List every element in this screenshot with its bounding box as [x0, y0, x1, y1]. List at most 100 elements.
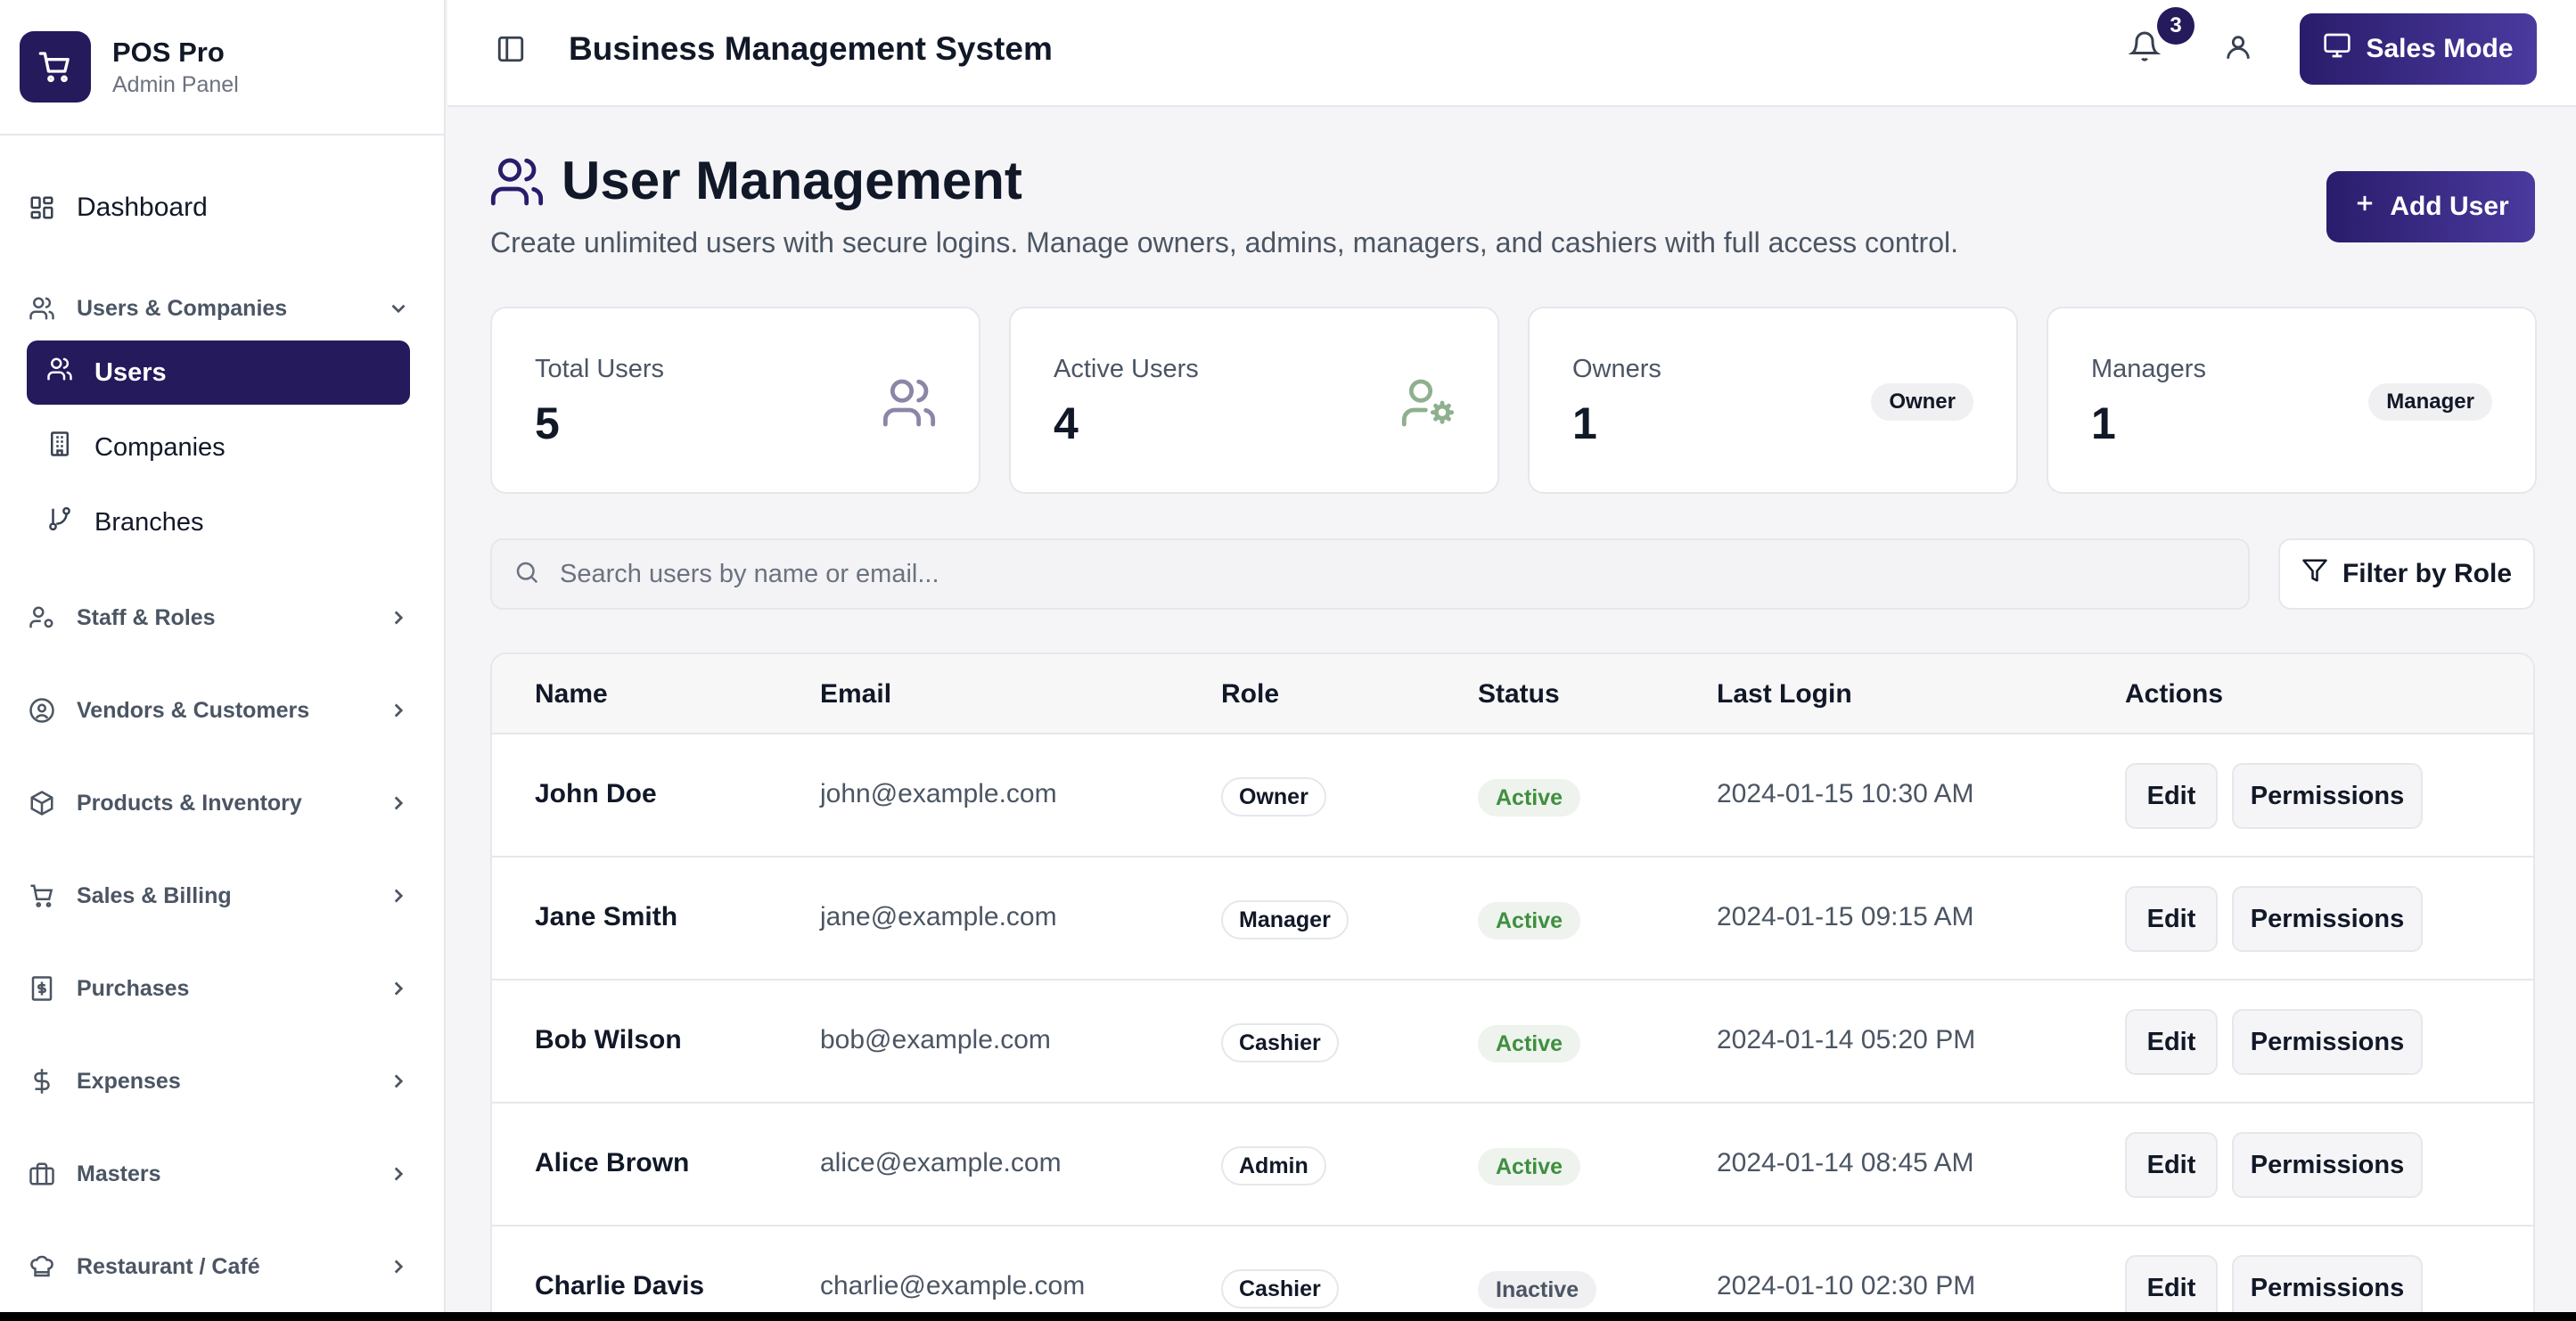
stat-label: Managers	[2091, 355, 2206, 383]
status-badge: Active	[1478, 1148, 1581, 1186]
role-badge: Cashier	[1221, 1023, 1339, 1063]
sidebar-group-restaurant-cafe[interactable]: Restaurant / Café	[27, 1244, 417, 1289]
sidebar-item-label: Dashboard	[77, 193, 208, 222]
building-icon	[46, 431, 73, 464]
sidebar-group-sales-billing[interactable]: Sales & Billing	[27, 874, 417, 918]
stat-value: 5	[535, 398, 560, 448]
chevron-down-icon	[387, 297, 410, 326]
sidebar-group-masters[interactable]: Masters	[27, 1152, 417, 1196]
notification-count-badge: 3	[2157, 7, 2195, 45]
add-user-button[interactable]: Add User	[2326, 171, 2535, 242]
brand-subtitle: Admin Panel	[112, 72, 239, 97]
permissions-button[interactable]: Permissions	[2232, 1255, 2423, 1312]
package-icon	[27, 788, 57, 818]
edit-button[interactable]: Edit	[2125, 1132, 2218, 1198]
user-email: alice@example.com	[820, 1148, 1062, 1177]
permissions-button[interactable]: Permissions	[2232, 1132, 2423, 1198]
sidebar-item-label: Companies	[94, 432, 226, 462]
role-badge: Manager	[1221, 900, 1349, 939]
permissions-button[interactable]: Permissions	[2232, 763, 2423, 829]
bell-icon[interactable]	[2128, 30, 2162, 67]
permissions-button[interactable]: Permissions	[2232, 886, 2423, 952]
sidebar-toggle-icon[interactable]	[496, 34, 526, 69]
cart-logo-icon	[20, 31, 91, 103]
user-icon[interactable]	[2223, 32, 2253, 67]
sidebar-item-label: Branches	[94, 507, 204, 537]
column-header-role: Role	[1221, 679, 1280, 709]
sidebar-item-dashboard[interactable]: Dashboard	[27, 183, 417, 233]
sidebar-item-branches[interactable]: Branches	[27, 490, 410, 554]
last-login: 2024-01-14 05:20 PM	[1717, 1025, 1976, 1054]
stat-value: 4	[1054, 398, 1079, 448]
sidebar-group-purchases[interactable]: Purchases	[27, 966, 417, 1011]
user-circle-icon	[27, 695, 57, 726]
table-row: Bob Wilson bob@example.com Cashier Activ…	[492, 980, 2533, 1104]
user-email: charlie@example.com	[820, 1271, 1086, 1300]
git-branch-icon	[46, 505, 73, 539]
search-input[interactable]	[560, 559, 2164, 589]
column-header-email: Email	[820, 679, 892, 709]
chevron-right-icon	[387, 884, 410, 914]
sidebar-group-label: Staff & Roles	[77, 604, 216, 630]
chevron-right-icon	[387, 1070, 410, 1099]
role-badge: Owner	[1871, 383, 1973, 421]
plus-icon	[2352, 191, 2377, 223]
sidebar-group-label: Restaurant / Café	[77, 1253, 260, 1279]
status-badge: Inactive	[1478, 1271, 1597, 1309]
chevron-right-icon	[387, 606, 410, 636]
edit-button[interactable]: Edit	[2125, 763, 2218, 829]
last-login: 2024-01-14 08:45 AM	[1717, 1148, 1974, 1177]
edit-button[interactable]: Edit	[2125, 886, 2218, 952]
edit-button[interactable]: Edit	[2125, 1255, 2218, 1312]
user-name: Alice Brown	[535, 1148, 690, 1177]
chevron-right-icon	[387, 1255, 410, 1284]
user-cog-icon	[1399, 374, 1456, 436]
sidebar-item-label: Users	[94, 357, 167, 387]
monitor-icon	[2323, 31, 2351, 67]
sidebar-group-users-companies[interactable]: Users & Companies	[27, 286, 417, 331]
topbar: Business Management System 3 Sales Mode	[447, 0, 2576, 107]
brand-header: POS Pro Admin Panel	[0, 0, 444, 135]
status-badge: Active	[1478, 1025, 1581, 1063]
sidebar-group-label: Vendors & Customers	[77, 697, 310, 723]
edit-button[interactable]: Edit	[2125, 1009, 2218, 1075]
last-login: 2024-01-15 10:30 AM	[1717, 779, 1974, 808]
table-row: Jane Smith jane@example.com Manager Acti…	[492, 857, 2533, 980]
sidebar-group-expenses[interactable]: Expenses	[27, 1059, 417, 1104]
stat-card-active-users: Active Users 4	[1009, 307, 1499, 494]
role-badge: Cashier	[1221, 1269, 1339, 1309]
users-icon	[488, 153, 546, 215]
receipt-icon	[27, 973, 57, 1004]
stat-label: Active Users	[1054, 355, 1199, 383]
filter-icon	[2301, 557, 2328, 591]
sidebar-group-staff-roles[interactable]: Staff & Roles	[27, 595, 417, 640]
sales-mode-button[interactable]: Sales Mode	[2300, 13, 2537, 85]
chevron-right-icon	[387, 1162, 410, 1192]
sidebar-group-label: Users & Companies	[77, 295, 288, 321]
role-badge: Manager	[2368, 383, 2492, 421]
filter-by-role-button[interactable]: Filter by Role	[2278, 538, 2535, 610]
user-name: Jane Smith	[535, 902, 678, 931]
last-login: 2024-01-15 09:15 AM	[1717, 902, 1974, 931]
sidebar-group-products-inventory[interactable]: Products & Inventory	[27, 781, 417, 825]
sidebar-group-label: Products & Inventory	[77, 790, 302, 816]
stat-value: 1	[1572, 398, 1597, 448]
table-header: Name Email Role Status Last Login Action…	[492, 654, 2533, 734]
user-email: bob@example.com	[820, 1025, 1051, 1054]
add-user-label: Add User	[2390, 192, 2509, 221]
sidebar-item-users[interactable]: Users	[27, 341, 410, 405]
users-icon	[27, 293, 57, 324]
search-icon	[513, 559, 540, 590]
stat-card-owners: Owners 1 Owner	[1528, 307, 2018, 494]
user-cog-icon	[27, 603, 57, 633]
sidebar-group-vendors-customers[interactable]: Vendors & Customers	[27, 688, 417, 733]
stat-label: Owners	[1572, 355, 1661, 383]
chef-hat-icon	[27, 1251, 57, 1282]
chevron-right-icon	[387, 977, 410, 1006]
user-email: john@example.com	[820, 779, 1057, 808]
permissions-button[interactable]: Permissions	[2232, 1009, 2423, 1075]
user-name: Charlie Davis	[535, 1271, 705, 1300]
sidebar-item-companies[interactable]: Companies	[27, 415, 410, 480]
page-title: User Management	[562, 151, 1022, 210]
stat-card-managers: Managers 1 Manager	[2047, 307, 2537, 494]
